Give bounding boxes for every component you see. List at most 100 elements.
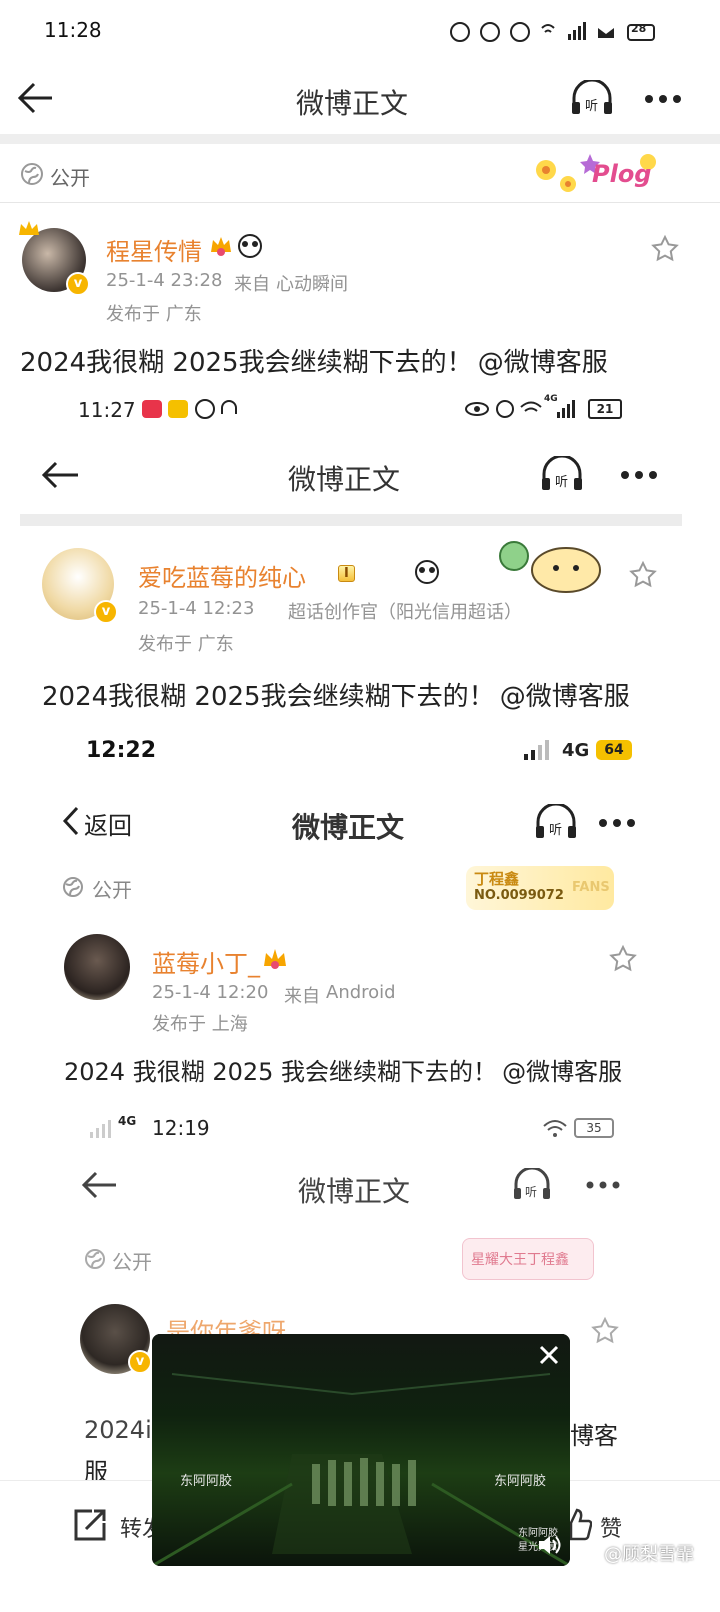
shot3-more-icon[interactable] (598, 818, 638, 828)
shot3-crown-icon (264, 949, 286, 969)
shot3-status-time: 12:22 (86, 738, 157, 763)
shot2-divider (20, 514, 682, 526)
shot4-signal-icon (90, 1120, 111, 1138)
repost-icon (74, 1509, 106, 1541)
close-icon (539, 1345, 559, 1365)
star-icon (651, 234, 679, 262)
shot4-headphones-icon[interactable]: 听 (512, 1168, 552, 1202)
shot4-star-icon[interactable] (590, 1316, 620, 1346)
shot3-title: 微博正文 (292, 811, 405, 844)
status-bar: 11:28 28 (0, 0, 720, 60)
shot2-system-icons (465, 400, 575, 418)
post-timestamp: 25-1-4 23:28 (106, 270, 223, 291)
shot2-battery-level: 21 (596, 402, 614, 416)
shot2-source: 超话创作官（阳光信用超话） (288, 602, 522, 623)
corner-watermark: @顾梨雪霏 (580, 1538, 720, 1568)
shot2-vip-level: I (338, 565, 355, 582)
svg-text:听: 听 (549, 823, 562, 838)
shot2-signal-label: 4G (544, 394, 558, 404)
post-location: 发布于 广东 (106, 304, 202, 325)
source-prefix: 来自 (234, 274, 270, 295)
watermark-text: @顾梨雪霏 (604, 1544, 694, 1565)
shot4-text-right: 博客 (570, 1422, 618, 1450)
shot4-globe-icon (85, 1249, 105, 1269)
shot3-source[interactable]: Android (326, 982, 396, 1003)
back-button[interactable] (16, 80, 56, 116)
status-icons: 28 (450, 20, 660, 44)
shot4-badge-text: 星耀大王丁程鑫 (471, 1252, 569, 1268)
shot4-text-left: 2024ⅰ (84, 1416, 152, 1444)
shot3-mention-link[interactable]: @微博客服 (502, 1058, 622, 1086)
shot4-title: 微博正文 (298, 1175, 411, 1208)
visibility-row: 公开 Plog (0, 144, 720, 202)
more-button[interactable] (644, 94, 684, 104)
shot3-back-button[interactable]: 返回 (62, 804, 152, 840)
svg-text:听: 听 (525, 1185, 537, 1199)
shot2-verified-badge: v (94, 600, 118, 624)
post-card: v 程星传情 25-1-4 23:28 来自 心动瞬间 发布于 广东 2024我… (0, 204, 720, 394)
shot4-battery: 35 (574, 1118, 614, 1138)
shot3-signal-icon (524, 740, 549, 760)
post-text: 2024我很糊 2025我会继续糊下去的！ @微博客服 (20, 342, 608, 379)
shot3-fan-card-number: NO.0099072 (474, 888, 564, 903)
shot2-battery: 21 (588, 399, 622, 419)
crown-icon (19, 221, 39, 235)
post-source[interactable]: 心动瞬间 (276, 270, 348, 296)
shot3-source-prefix: 来自 (284, 986, 320, 1007)
shot2-post-text: 2024我很糊 2025我会继续糊下去的！ @微博客服 (42, 676, 630, 713)
shot3-location: 发布于 上海 (152, 1014, 248, 1035)
shot2-location: 发布于 广东 (138, 634, 234, 655)
shot2-star-icon[interactable] (628, 560, 658, 590)
favorite-button[interactable] (650, 234, 680, 264)
shot3-back-label: 返回 (84, 812, 132, 840)
shot3-fan-card-suffix: FANS (572, 880, 610, 895)
shot4-visibility-label: 公开 (112, 1250, 152, 1274)
shot3-network: 4G (562, 740, 590, 761)
post-body: 2024我很糊 2025我会继续糊下去的！ (20, 348, 473, 378)
headphones-icon: 听 (572, 80, 612, 114)
shot3-headphones-icon[interactable]: 听 (534, 804, 578, 840)
shot2-author-name[interactable]: 爱吃蓝莓的纯心 (138, 558, 306, 593)
shot3-fan-card-name: 丁程鑫 (474, 870, 520, 888)
shot3-battery-level: 64 (604, 742, 624, 758)
shot2-mention-link[interactable]: @微博客服 (500, 682, 630, 712)
shot4-verified-badge: v (128, 1350, 152, 1374)
video-watermark-right: 东阿阿胶 (494, 1474, 547, 1489)
shot2-headphones-icon[interactable]: 听 (540, 456, 584, 492)
shot2-timestamp: 25-1-4 12:23 (138, 598, 255, 619)
shot3-globe-icon (63, 877, 83, 897)
video-frame-performers (152, 1373, 570, 1566)
plog-sticker: Plog (530, 148, 660, 200)
globe-icon (21, 163, 43, 185)
shot2-status-time: 11:27 (78, 398, 136, 422)
shot3-author-name[interactable]: 蓝莓小丁_ (152, 944, 260, 979)
row-divider (0, 202, 720, 203)
weibo-logo-icon (580, 1546, 600, 1560)
video-close-button[interactable] (536, 1342, 562, 1368)
shot3-avatar[interactable] (64, 934, 130, 1000)
shot2-back-arrow-icon[interactable] (40, 460, 80, 490)
shot3-chevron-left-icon (62, 806, 79, 836)
author-name[interactable]: 程星传情 (106, 232, 202, 267)
shot4-back-arrow-icon[interactable] (80, 1170, 120, 1200)
video-mute-button[interactable] (536, 1532, 562, 1558)
floating-video-player[interactable]: 东阿阿胶 东阿阿胶 东阿阿胶 星光大赏 (152, 1334, 570, 1566)
shot2-sticker-icon (499, 541, 601, 593)
shot3-star-icon[interactable] (608, 944, 638, 974)
svg-text:听: 听 (555, 475, 568, 490)
battery-level: 28 (631, 22, 647, 35)
listen-button[interactable]: 听 (570, 80, 614, 116)
shot2-title: 微博正文 (288, 463, 401, 496)
embedded-screenshot-2: 11:27 4G 21 微博正文 听 v 爱吃蓝莓的纯心 I 25-1-4 12… (0, 390, 720, 730)
header-divider (0, 134, 720, 144)
shot4-status-time: 12:19 (152, 1116, 210, 1140)
shot3-timestamp: 25-1-4 12:20 (152, 982, 269, 1003)
verified-badge: v (66, 272, 90, 296)
page-title: 微博正文 (296, 87, 409, 120)
embedded-screenshot-3: 12:22 4G 64 返回 微博正文 听 公开 丁程鑫 NO.0099072 … (0, 730, 720, 1100)
mention-link[interactable]: @微博客服 (478, 348, 608, 378)
plog-text: Plog (592, 160, 652, 188)
shot4-more-icon[interactable] (586, 1180, 622, 1190)
shot2-more-icon[interactable] (620, 470, 660, 480)
video-watermark-left: 东阿阿胶 (180, 1474, 233, 1489)
